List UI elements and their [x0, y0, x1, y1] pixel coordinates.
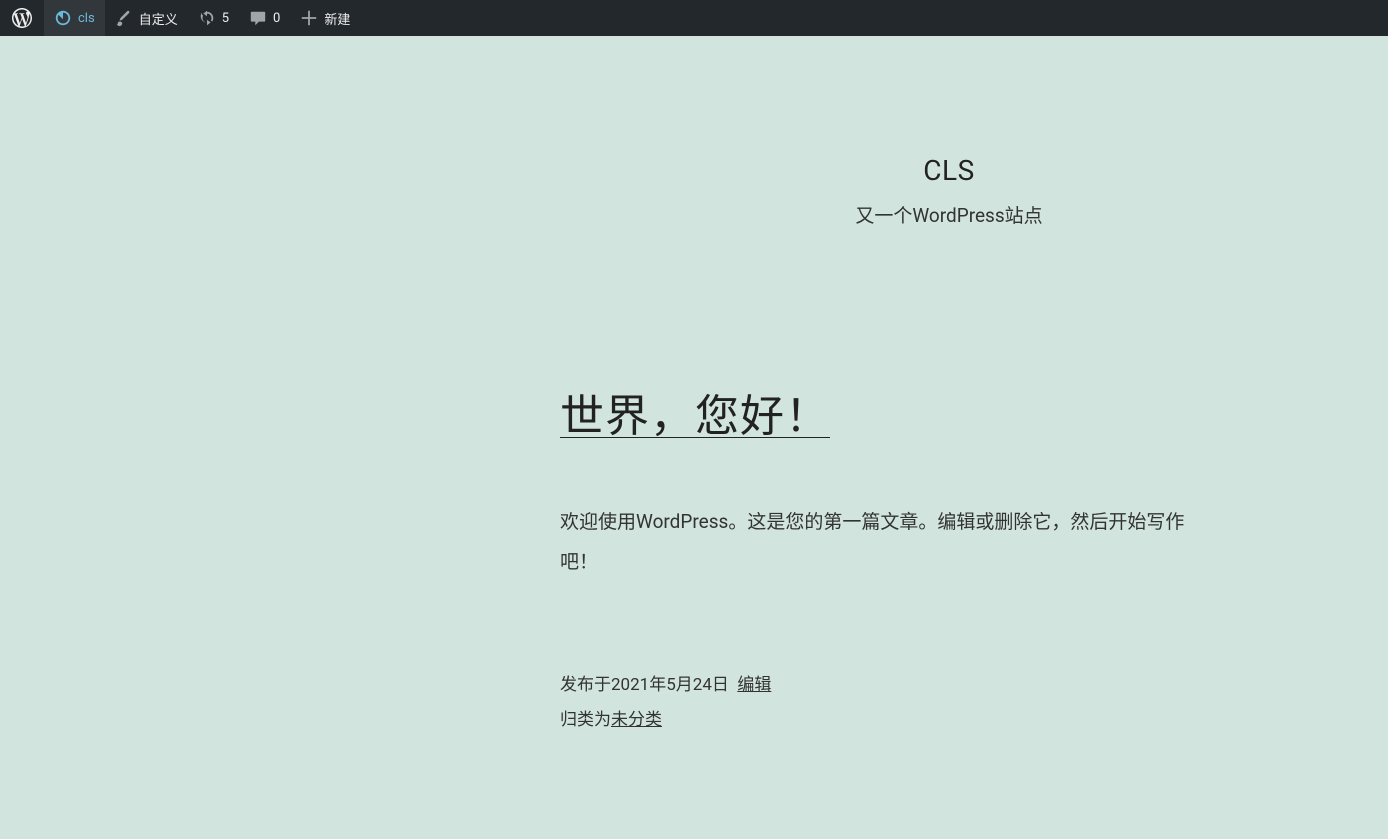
published-prefix: 发布于 [560, 675, 611, 695]
published-date: 2021年5月24日 [611, 675, 729, 695]
category-link[interactable]: 未分类 [611, 710, 662, 730]
site-name-label: cls [78, 11, 95, 26]
post-excerpt: 欢迎使用WordPress。这是您的第一篇文章。编辑或删除它，然后开始写作吧！ [560, 502, 1220, 582]
refresh-icon [198, 9, 216, 27]
updates-menu[interactable]: 5 [188, 0, 239, 36]
edit-post-link[interactable]: 编辑 [737, 675, 771, 695]
site-title[interactable]: CLS [584, 154, 1314, 187]
new-content-menu[interactable]: 新建 [290, 0, 360, 36]
updates-count: 5 [222, 11, 229, 26]
new-content-label: 新建 [324, 9, 350, 28]
comment-icon [249, 9, 267, 27]
comments-count: 0 [273, 11, 280, 26]
site-header: CLS 又一个WordPress站点 [74, 36, 1314, 228]
customize-menu[interactable]: 自定义 [105, 0, 188, 36]
site-link-menu[interactable]: cls [44, 0, 105, 36]
brush-icon [115, 9, 133, 27]
category-prefix: 归类为 [560, 710, 611, 730]
wordpress-icon [12, 8, 32, 28]
post-meta: 发布于2021年5月24日 编辑 归类为未分类 [560, 668, 1220, 739]
wp-logo-menu[interactable] [0, 0, 44, 36]
customize-label: 自定义 [139, 9, 178, 28]
page-content: CLS 又一个WordPress站点 世界，您好！ 欢迎使用WordPress。… [0, 36, 1388, 839]
site-tagline: 又一个WordPress站点 [584, 201, 1314, 228]
post: 世界，您好！ 欢迎使用WordPress。这是您的第一篇文章。编辑或删除它，然后… [560, 380, 1220, 739]
plus-icon [300, 9, 318, 27]
comments-menu[interactable]: 0 [239, 0, 290, 36]
post-title-link[interactable]: 世界，您好！ [560, 380, 830, 444]
admin-bar: cls 自定义 5 0 新建 [0, 0, 1388, 36]
dashboard-icon [54, 9, 72, 27]
